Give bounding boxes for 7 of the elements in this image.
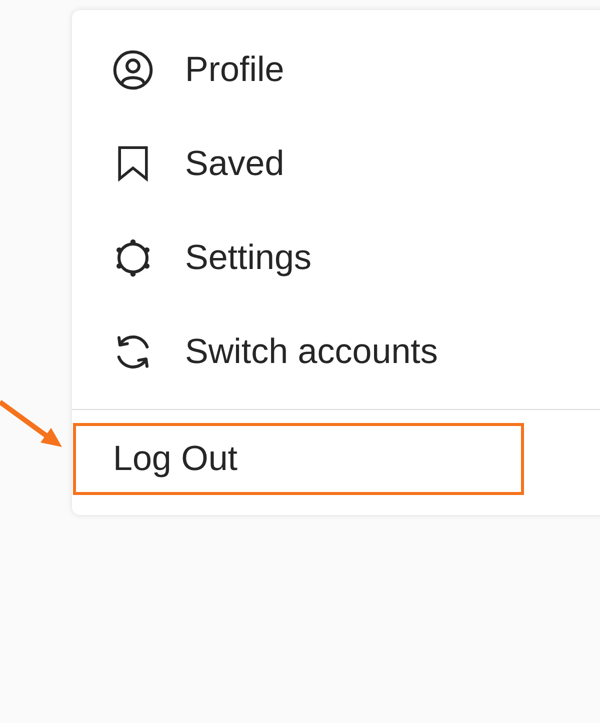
log-out-item[interactable]: Log Out [73, 423, 524, 495]
menu-item[interactable]: Settings [72, 211, 600, 305]
menu-item[interactable]: Saved [72, 117, 600, 211]
menu-item[interactable]: Switch accounts [72, 305, 600, 399]
user-circle-icon [113, 50, 153, 90]
bookmark-icon [118, 146, 148, 182]
menu-item[interactable]: Profile [72, 23, 600, 117]
